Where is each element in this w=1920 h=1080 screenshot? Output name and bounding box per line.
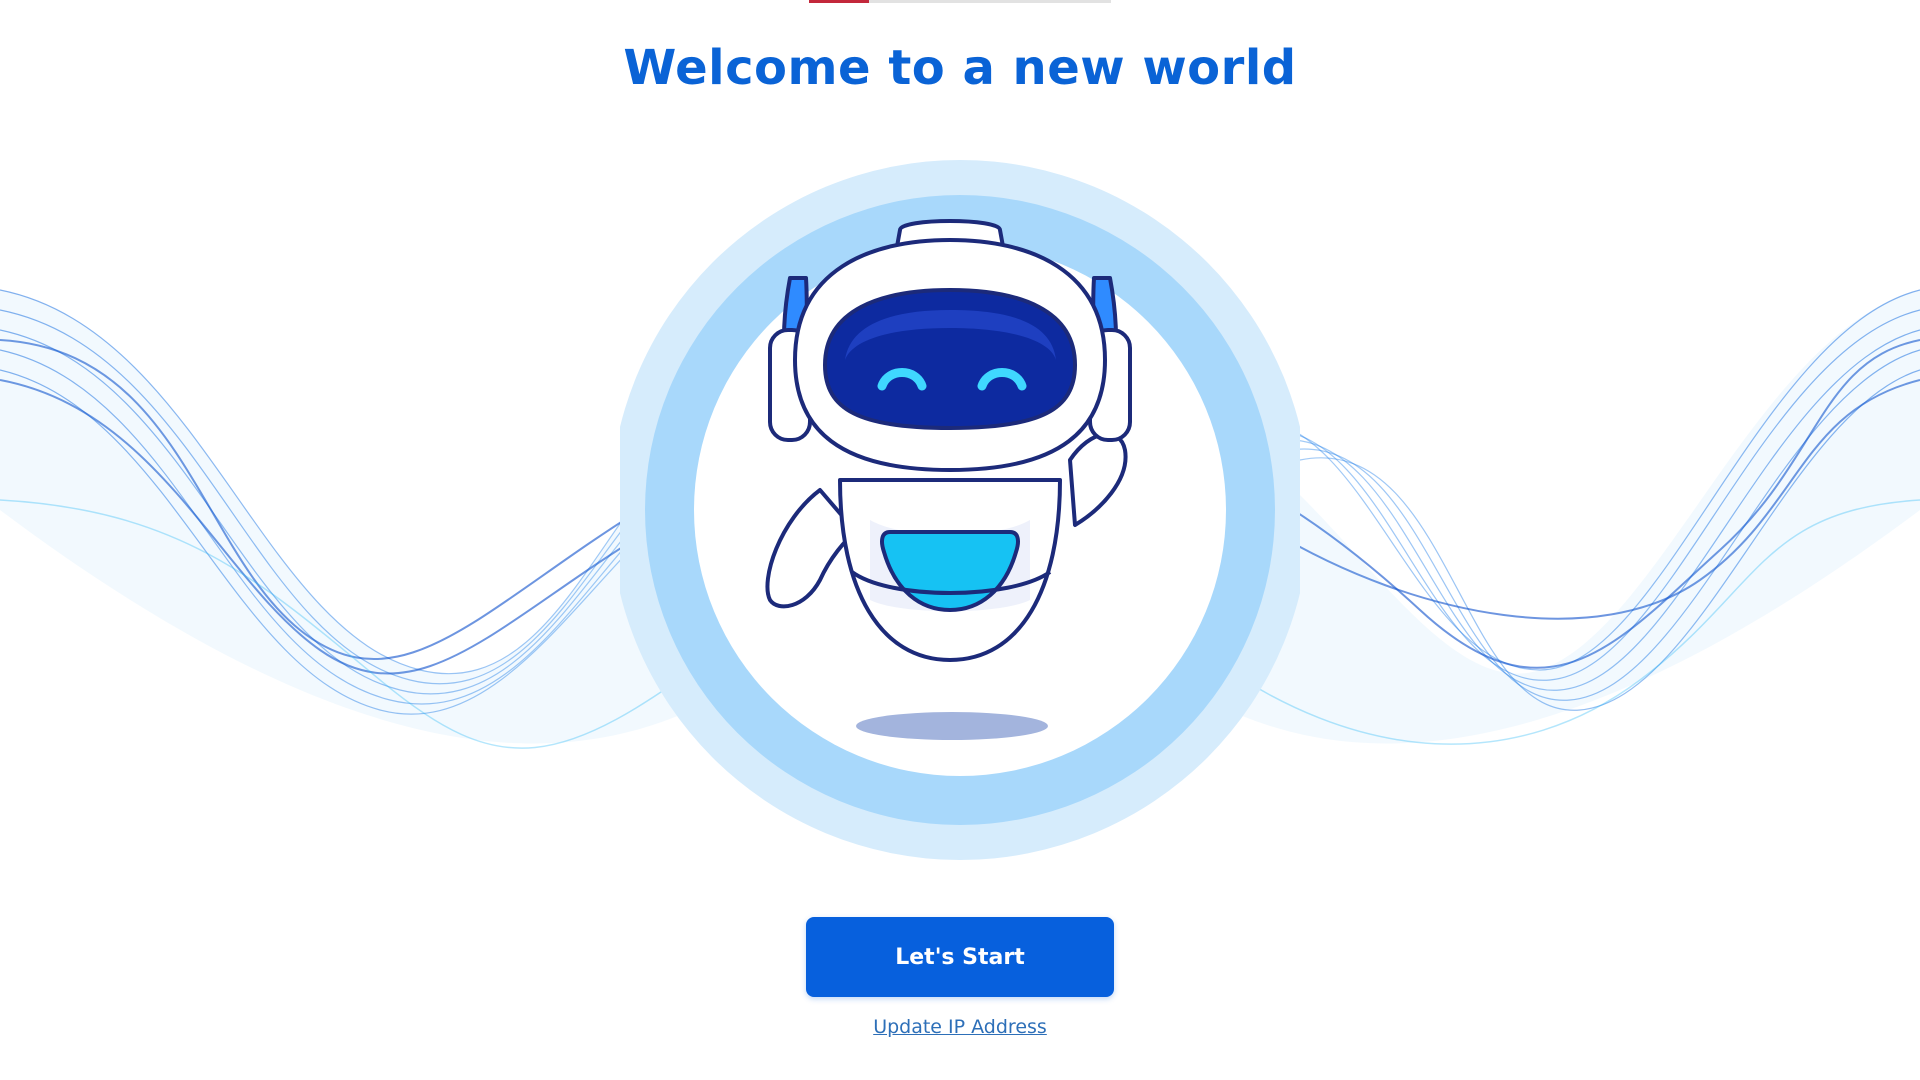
robot-shadow (856, 712, 1048, 740)
robot-illustration (620, 160, 1300, 860)
progress-track (809, 0, 1111, 3)
lets-start-button[interactable]: Let's Start (806, 917, 1114, 997)
progress-fill (809, 0, 870, 3)
update-ip-address-link[interactable]: Update IP Address (0, 1016, 1920, 1038)
welcome-screen: Welcome to a new world Let's Start Updat… (0, 0, 1920, 1080)
page-title: Welcome to a new world (623, 40, 1297, 96)
